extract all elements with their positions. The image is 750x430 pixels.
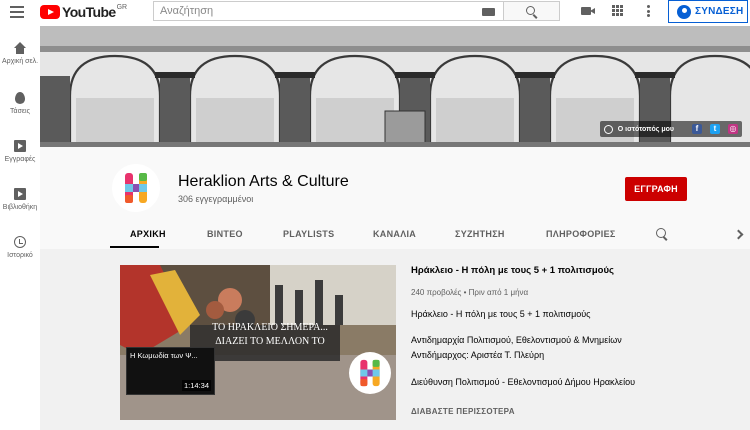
channel-logo-icon	[125, 173, 147, 203]
thumbnail-caption-line1: ΤΟ ΗΡΑΚΛΕΙΟ ΣΗΜΕΡΑ...	[212, 322, 328, 333]
video-description-line: Αντιδημαρχία Πολιτισμού, Εθελοντισμού & …	[411, 335, 622, 345]
fire-icon	[15, 92, 25, 104]
create-video-icon[interactable]	[581, 7, 595, 15]
sidebar-item-label: Τάσεις	[10, 108, 30, 115]
twitter-icon[interactable]: t	[710, 124, 720, 134]
search-button[interactable]	[504, 1, 560, 21]
channel-logo-icon	[360, 359, 380, 387]
video-description-line: Ηράκλειο - Η πόλη με τους 5 + 1 πολιτισμ…	[411, 309, 591, 319]
subscriptions-icon	[14, 140, 26, 152]
sidebar-item-label: Ιστορικό	[7, 252, 33, 259]
logo-text: YouTube	[62, 4, 116, 20]
subscribe-button[interactable]: ΕΓΓΡΑΦΗ	[625, 177, 687, 201]
chevron-right-icon[interactable]	[733, 229, 744, 240]
youtube-logo[interactable]: YouTube GR	[40, 4, 127, 20]
search-icon[interactable]	[656, 228, 666, 238]
masthead: YouTube GR Αναζήτηση ΣΥΝΔΕΣΗ	[0, 0, 750, 26]
tab-discussion[interactable]: ΣΥΖΗΤΗΣΗ	[455, 229, 505, 239]
sidebar-item-label: Εγγραφές	[4, 156, 36, 163]
channel-tabs: ΑΡΧΙΚΗ ΒΙΝΤΕΟ PLAYLISTS ΚΑΝΑΛΙΑ ΣΥΖΗΤΗΣΗ…	[110, 220, 750, 249]
channel-name: Heraklion Arts & Culture	[178, 173, 349, 190]
library-icon	[14, 188, 26, 200]
website-icon[interactable]	[603, 124, 613, 134]
channel-header: Heraklion Arts & Culture 306 εγγεγραμμέν…	[40, 147, 750, 249]
website-link[interactable]: Ο ιστότοπός μου	[618, 126, 674, 133]
video-description-line: Διεύθυνση Πολιτισμού - Εθελοντισμού Δήμο…	[411, 377, 635, 387]
menu-icon[interactable]	[10, 6, 24, 18]
thumbnail-caption-line2: ΔΙΑΖΕΙ ΤΟ ΜΕΛΛΟΝ ΤΟ	[215, 336, 325, 347]
apps-icon[interactable]	[612, 5, 623, 16]
banner-links: Ο ιστότοπός μου f t ◎	[599, 121, 742, 137]
mini-video-title: Η Κωμωδία των Ψ...	[130, 351, 198, 360]
facebook-icon[interactable]: f	[692, 124, 702, 134]
signin-label: ΣΥΝΔΕΣΗ	[695, 6, 744, 17]
featured-video-player[interactable]: ΤΟ ΗΡΑΚΛΕΙΟ ΣΗΜΕΡΑ... ΔΙΑΖΕΙ ΤΟ ΜΕΛΛΟΝ Τ…	[120, 265, 396, 420]
tab-playlists[interactable]: PLAYLISTS	[283, 229, 334, 239]
account-icon	[677, 4, 691, 19]
tab-videos[interactable]: ΒΙΝΤΕΟ	[207, 229, 243, 239]
history-icon	[14, 236, 26, 248]
instagram-icon[interactable]: ◎	[728, 124, 738, 134]
more-vert-icon[interactable]	[647, 5, 650, 17]
signin-button[interactable]: ΣΥΝΔΕΣΗ	[668, 0, 748, 23]
sidebar-item-label: Αρχική σελ.	[1, 58, 39, 65]
search-placeholder: Αναζήτηση	[160, 5, 214, 17]
sidebar-item-label: Βιβλιοθήκη	[2, 204, 38, 211]
youtube-play-icon	[40, 5, 60, 19]
video-title[interactable]: Ηράκλειο - Η πόλη με τους 5 + 1 πολιτισμ…	[411, 265, 614, 276]
channel-banner: Ο ιστότοπός μου f t ◎	[40, 26, 750, 147]
search-icon	[526, 6, 535, 15]
subscriber-count: 306 εγγεγραμμένοι	[178, 194, 254, 204]
sidebar-item-history[interactable]: Ιστορικό	[0, 236, 40, 259]
video-duration: 1:14:34	[181, 380, 211, 391]
sidebar: Αρχική σελ. Τάσεις Εγγραφές Βιβλιοθήκη Ι…	[0, 26, 40, 430]
video-meta: 240 προβολές • Πριν από 1 μήνα	[411, 288, 529, 297]
sidebar-item-library[interactable]: Βιβλιοθήκη	[0, 188, 40, 211]
mini-video-preview[interactable]: Η Κωμωδία των Ψ... 1:14:34	[126, 347, 215, 395]
search-input[interactable]: Αναζήτηση	[153, 1, 504, 21]
channel-avatar[interactable]	[112, 164, 160, 212]
sidebar-item-trending[interactable]: Τάσεις	[0, 92, 40, 115]
video-description-line: Αντιδήμαρχος: Αριστέα Τ. Πλεύρη	[411, 350, 545, 360]
featured-section: ΤΟ ΗΡΑΚΛΕΙΟ ΣΗΜΕΡΑ... ΔΙΑΖΕΙ ΤΟ ΜΕΛΛΟΝ Τ…	[40, 249, 750, 430]
thumbnail-channel-logo	[349, 352, 391, 394]
tab-home[interactable]: ΑΡΧΙΚΗ	[130, 229, 166, 239]
sidebar-item-home[interactable]: Αρχική σελ.	[0, 42, 40, 65]
active-tab-indicator	[110, 246, 159, 248]
home-icon	[14, 42, 26, 54]
read-more-link[interactable]: ΔΙΑΒΑΣΤΕ ΠΕΡΙΣΣΟΤΕΡΑ	[411, 407, 515, 416]
sidebar-item-subscriptions[interactable]: Εγγραφές	[0, 140, 40, 163]
keyboard-icon[interactable]	[482, 8, 495, 16]
thumbnail-caption: ΤΟ ΗΡΑΚΛΕΙΟ ΣΗΜΕΡΑ... ΔΙΑΖΕΙ ΤΟ ΜΕΛΛΟΝ Τ…	[205, 321, 335, 358]
tab-about[interactable]: ΠΛΗΡΟΦΟΡΙΕΣ	[546, 229, 616, 239]
logo-country: GR	[116, 4, 128, 11]
tab-channels[interactable]: ΚΑΝΑΛΙΑ	[373, 229, 416, 239]
